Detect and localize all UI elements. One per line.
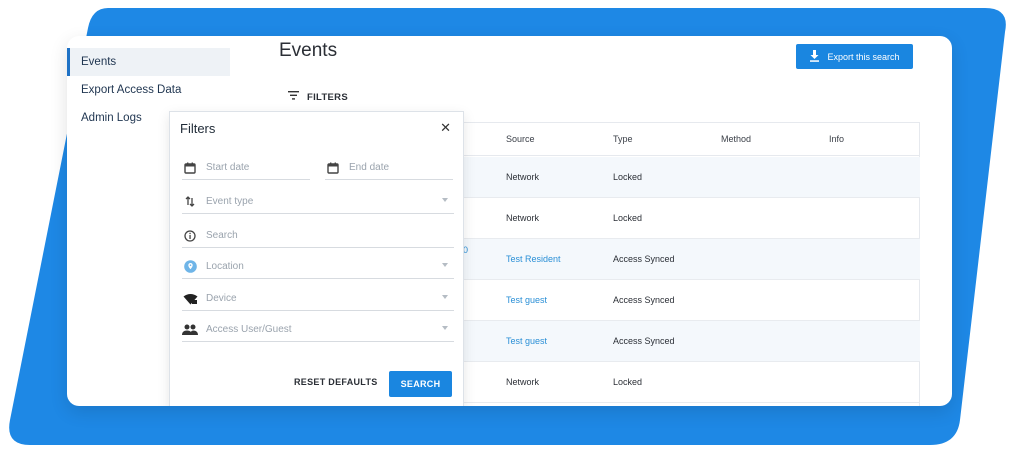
access-user-select[interactable]: Access User/Guest [182,318,454,342]
location-select[interactable]: Location [182,255,454,279]
close-icon[interactable]: ✕ [440,120,451,136]
source-cell: Network [506,377,540,387]
table-row[interactable]: Network Locked [450,198,920,239]
filters-panel-title: Filters [180,121,216,136]
location-pin-icon [182,260,198,273]
column-header-type[interactable]: Type [613,134,633,144]
app-window: Events Export Access Data Admin Logs Eve… [67,36,952,406]
column-header-info[interactable]: Info [829,134,844,144]
source-cell: Network [506,172,540,182]
device-placeholder: Device [206,293,237,304]
source-link[interactable]: Test guest [506,336,547,346]
table-row[interactable]: Network Locked [450,362,920,403]
start-date-field[interactable]: Start date [182,156,310,180]
filters-toggle-label: FILTERS [307,91,348,103]
table-row[interactable]: Test guest Access Synced [450,280,920,321]
type-cell: Locked [613,377,643,387]
column-header-method[interactable]: Method [721,134,751,144]
location-placeholder: Location [206,261,244,272]
chevron-down-icon [442,198,448,202]
start-date-placeholder: Start date [206,162,250,173]
type-cell: Locked [613,172,643,182]
type-cell: Locked [613,213,643,223]
calendar-icon [325,162,341,174]
filter-list-icon [288,91,299,103]
table-header: Source Type Method Info [450,123,919,156]
sidebar-item-export-access-data[interactable]: Export Access Data [67,76,230,104]
type-cell: Access Synced [613,336,675,346]
type-cell: Access Synced [613,254,675,264]
screenshot-stage: Events Export Access Data Admin Logs Eve… [0,0,1024,450]
calendar-icon [182,162,198,174]
access-user-placeholder: Access User/Guest [206,324,292,335]
sidebar-item-events[interactable]: Events [67,48,230,76]
event-type-placeholder: Event type [206,196,254,207]
download-icon [809,49,820,64]
source-link[interactable]: Test guest [506,295,547,305]
event-type-select[interactable]: Event type [182,190,454,214]
end-date-field[interactable]: End date [325,156,453,180]
table-row[interactable]: Network Locked [450,157,920,198]
chevron-down-icon [442,295,448,299]
reset-defaults-button[interactable]: RESET DEFAULTS [294,377,378,387]
people-icon [182,324,198,335]
device-select[interactable]: Device [182,287,454,311]
export-search-label: Export this search [827,51,900,62]
info-icon [182,229,198,242]
events-table: Source Type Method Info Network Locked N… [449,122,920,406]
column-header-source[interactable]: Source [506,134,535,144]
type-cell: Access Synced [613,295,675,305]
filters-toggle-button[interactable]: FILTERS [288,91,348,103]
end-date-placeholder: End date [349,162,390,173]
swap-vert-icon [182,196,198,207]
chevron-down-icon [442,326,448,330]
export-search-button[interactable]: Export this search [796,44,913,69]
filters-panel: Filters ✕ Start date End date Event type [169,111,464,406]
search-placeholder: Search [206,230,238,241]
table-row[interactable]: Test guest Access Synced [450,321,920,362]
page-title: Events [279,40,338,61]
table-row[interactable]: Test Resident Access Synced [450,239,920,280]
search-input[interactable]: Search [182,224,454,248]
search-button[interactable]: SEARCH [389,371,452,397]
source-cell: Network [506,213,540,223]
source-link[interactable]: Test Resident [506,254,561,264]
chevron-down-icon [442,263,448,267]
wifi-lock-icon [182,293,198,305]
